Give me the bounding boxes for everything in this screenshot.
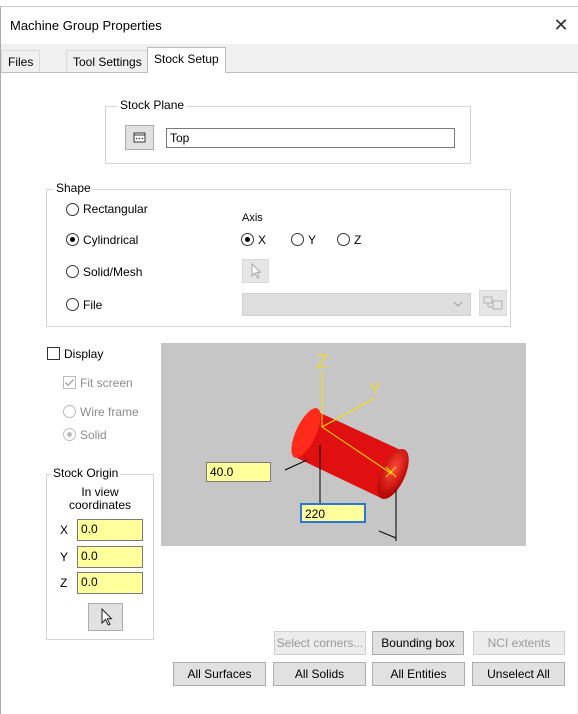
chevron-down-icon [453, 301, 463, 307]
all-surfaces-button[interactable]: All Surfaces [173, 662, 266, 686]
origin-z-label: Z [60, 576, 68, 590]
view-coords-line1: In view [81, 485, 119, 499]
view-coords-line2: coordinates [68, 498, 132, 512]
stock-preview: 40.0 220 [161, 343, 526, 546]
checkmark-icon [65, 379, 75, 387]
window-top-edge [0, 0, 578, 7]
radio-rectangular[interactable] [66, 203, 79, 216]
bounding-box-button[interactable]: Bounding box [372, 631, 464, 655]
origin-x-label: X [60, 523, 69, 537]
cursor-arrow-icon [101, 607, 113, 626]
plane-grid-icon [133, 132, 146, 143]
origin-select-button[interactable] [88, 603, 123, 631]
window-title: Machine Group Properties [10, 18, 162, 33]
solid-mesh-label: Solid/Mesh [83, 265, 143, 279]
stock-plane-field[interactable]: Top [166, 128, 455, 148]
nci-extents-button[interactable]: NCI extents [473, 631, 565, 655]
wire-frame-label: Wire frame [80, 405, 139, 419]
diameter-field[interactable]: 40.0 [206, 462, 271, 482]
rectangular-label: Rectangular [83, 202, 148, 216]
radio-axis-y[interactable] [291, 233, 304, 246]
radio-wire-frame[interactable] [63, 405, 76, 418]
solid-label: Solid [80, 428, 107, 442]
display-checkbox[interactable] [47, 347, 60, 360]
radio-file[interactable] [66, 298, 79, 311]
tab-stock-setup[interactable]: Stock Setup [147, 47, 226, 73]
origin-y-label: Y [60, 550, 69, 564]
folder-open-icon [483, 296, 503, 310]
cursor-arrow-icon [251, 262, 262, 279]
file-browse-button[interactable] [479, 290, 507, 316]
tab-files[interactable]: Files [1, 50, 41, 72]
all-entities-button[interactable]: All Entities [372, 662, 465, 686]
radio-axis-z[interactable] [337, 233, 350, 246]
axis-z-label: Z [354, 233, 362, 247]
all-solids-button[interactable]: All Solids [273, 662, 366, 686]
file-dropdown[interactable] [242, 293, 471, 316]
stock-plane-select-button[interactable] [125, 125, 154, 150]
origin-z-field[interactable]: 0.0 [77, 572, 143, 594]
radio-solid-mesh[interactable] [66, 265, 79, 278]
tab-tool-settings[interactable]: Tool Settings [66, 50, 149, 72]
solid-select-button[interactable] [242, 259, 269, 283]
fit-screen-checkbox[interactable] [63, 376, 76, 389]
origin-x-field[interactable]: 0.0 [77, 519, 143, 541]
file-label: File [83, 298, 103, 312]
axis-label: Axis [242, 212, 263, 224]
length-field[interactable]: 220 [300, 503, 366, 523]
radio-solid[interactable] [63, 428, 76, 441]
stock-origin-label: Stock Origin [51, 466, 121, 480]
close-icon[interactable]: ✕ [548, 12, 574, 38]
cylindrical-label: Cylindrical [83, 233, 139, 247]
display-label: Display [64, 347, 104, 361]
axis-x-label: X [258, 233, 267, 247]
select-corners-button[interactable]: Select corners... [274, 631, 366, 655]
unselect-all-button[interactable]: Unselect All [472, 662, 565, 686]
radio-cylindrical[interactable] [66, 233, 79, 246]
axis-y-label: Y [308, 233, 317, 247]
radio-axis-x[interactable] [241, 233, 254, 246]
stock-plane-label: Stock Plane [118, 98, 187, 112]
shape-label: Shape [54, 181, 93, 195]
fit-screen-label: Fit screen [80, 376, 133, 390]
origin-y-field[interactable]: 0.0 [77, 546, 143, 568]
